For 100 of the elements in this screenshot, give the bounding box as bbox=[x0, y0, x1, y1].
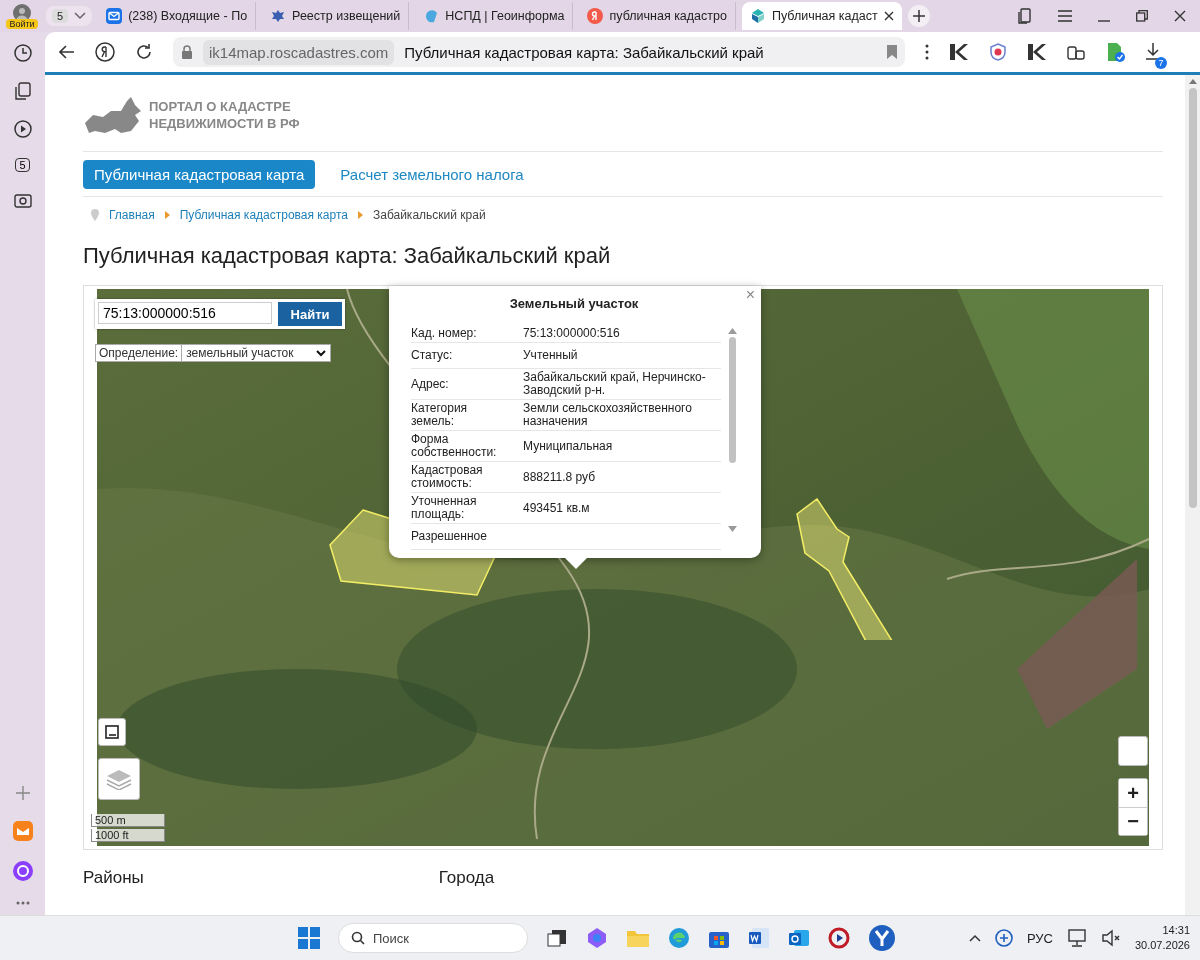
frame-icon bbox=[105, 725, 119, 739]
k-extension-icon[interactable] bbox=[949, 43, 969, 61]
camera-icon[interactable] bbox=[13, 192, 32, 208]
chevron-down-icon bbox=[315, 349, 326, 357]
reload-icon[interactable] bbox=[135, 43, 153, 61]
mail-icon[interactable] bbox=[12, 821, 33, 841]
clock-time[interactable]: 14:31 bbox=[1162, 923, 1190, 938]
field-value: Земли сельскохозяйственного назначения bbox=[523, 402, 693, 428]
taskbar-search[interactable]: Поиск bbox=[338, 923, 528, 953]
scrollbar[interactable] bbox=[1185, 75, 1200, 915]
menu-icon[interactable] bbox=[1058, 10, 1072, 22]
field-value: Муниципальная bbox=[523, 439, 614, 453]
copilot-icon[interactable] bbox=[586, 927, 608, 949]
logo-text: НЕДВИЖИМОСТИ В РФ bbox=[149, 115, 300, 132]
nav-link[interactable]: Публичная кадастровая карта bbox=[83, 159, 316, 189]
bookmark-icon[interactable] bbox=[887, 45, 897, 59]
nav-link[interactable]: Расчет земельного налога bbox=[329, 159, 535, 189]
close-icon[interactable] bbox=[1174, 10, 1186, 22]
section-heading: Города bbox=[438, 868, 495, 888]
field-label: Форма собственности: bbox=[411, 433, 498, 459]
caret-right-icon bbox=[164, 211, 170, 219]
map-tool-button[interactable] bbox=[98, 718, 126, 746]
lock-icon bbox=[181, 45, 193, 59]
field-value: Забайкальский край, Нерчинско-Заводский р-н. bbox=[523, 371, 707, 397]
page-title: Публичная кадастровая карта: Забайкальский край bbox=[404, 43, 764, 61]
field-label: Уточненная площадь: bbox=[411, 495, 478, 521]
speaker-muted-icon[interactable] bbox=[1100, 929, 1121, 947]
logo-text: ПОРТАЛ О КАДАСТРЕ bbox=[149, 98, 292, 115]
section-heading: Районы bbox=[83, 868, 144, 888]
more-vertical-icon[interactable] bbox=[925, 44, 929, 60]
field-value: 75:13:000000:516 bbox=[523, 327, 621, 340]
download-icon[interactable] bbox=[1145, 41, 1161, 60]
vpn-icon[interactable] bbox=[994, 929, 1013, 947]
close-button[interactable]: × bbox=[745, 286, 755, 304]
extensions-icon[interactable] bbox=[1067, 43, 1085, 61]
chevron-down-icon[interactable] bbox=[74, 12, 87, 20]
scroll-up-arrow-icon[interactable] bbox=[1188, 79, 1197, 84]
media-player-icon[interactable] bbox=[828, 927, 850, 949]
copy-icon[interactable] bbox=[14, 82, 31, 100]
field-value: Учтенный bbox=[523, 349, 579, 362]
new-tab-button[interactable] bbox=[907, 5, 930, 27]
search-button[interactable]: Найти bbox=[278, 302, 342, 326]
layers-icon bbox=[106, 768, 132, 790]
zoom-out-button[interactable]: − bbox=[1119, 807, 1147, 835]
more-icon[interactable] bbox=[15, 901, 30, 905]
close-icon[interactable] bbox=[883, 11, 894, 21]
task-view-icon[interactable] bbox=[546, 928, 568, 948]
document-check-icon[interactable] bbox=[1105, 42, 1125, 62]
scroll-down-arrow-icon[interactable] bbox=[727, 526, 737, 532]
yandex-icon bbox=[587, 8, 604, 24]
language-indicator[interactable]: РУС bbox=[1026, 930, 1053, 946]
search-icon bbox=[351, 931, 365, 945]
play-icon[interactable] bbox=[13, 120, 32, 138]
caret-right-icon bbox=[357, 211, 363, 219]
plus-icon bbox=[912, 10, 925, 22]
word-icon[interactable] bbox=[748, 927, 770, 949]
field-value: 493451 кв.м bbox=[523, 501, 591, 515]
globe-icon bbox=[423, 8, 440, 24]
browser-tab[interactable]: (238) Входящие - По bbox=[98, 2, 257, 30]
browser-tab[interactable]: публичная кадастро bbox=[579, 2, 736, 30]
shield-extension-icon[interactable] bbox=[989, 43, 1007, 61]
assistant-icon[interactable] bbox=[12, 861, 33, 881]
tab-count-badge[interactable]: 5 bbox=[15, 158, 30, 172]
russia-map-logo-icon bbox=[83, 95, 143, 135]
yandex-browser-icon[interactable] bbox=[868, 924, 896, 952]
browser-tab[interactable]: НСПД | Геоинформа bbox=[415, 2, 574, 30]
bookmarks-icon[interactable] bbox=[1018, 8, 1032, 24]
yandex-logo-icon[interactable] bbox=[95, 42, 115, 62]
clock-date[interactable]: 30.07.2026 bbox=[1134, 938, 1190, 953]
scrollbar[interactable] bbox=[727, 328, 737, 532]
k-extension-icon[interactable] bbox=[1027, 43, 1047, 61]
breadcrumb-link[interactable]: Главная bbox=[109, 208, 155, 222]
field-label: Кад. номер: bbox=[411, 327, 478, 340]
back-arrow-icon[interactable] bbox=[59, 45, 75, 59]
network-icon[interactable] bbox=[1066, 929, 1087, 947]
field-value: 888211.8 руб bbox=[523, 470, 597, 484]
scale-bar: 500 m bbox=[91, 814, 165, 827]
page-heading: Публичная кадастровая карта: Забайкальский край bbox=[83, 243, 612, 269]
windows-start-icon[interactable] bbox=[298, 927, 320, 949]
clock-icon[interactable] bbox=[13, 44, 32, 62]
search-input[interactable]: 75:13:000000:516 bbox=[98, 302, 272, 324]
eagle-emblem-icon bbox=[270, 8, 287, 24]
browser-tab[interactable]: Реестр извещений bbox=[262, 2, 410, 30]
outlook-icon[interactable] bbox=[788, 927, 810, 949]
field-label: Кадастровая стоимость: bbox=[411, 464, 484, 490]
restore-icon[interactable] bbox=[1136, 10, 1148, 22]
download-count-badge: 7 bbox=[1155, 56, 1167, 69]
field-label: Статус: bbox=[411, 349, 454, 362]
address-bar[interactable]: ik14map.roscadastres.com Публичная кадастровая карта: Забайкальский край bbox=[173, 37, 905, 67]
breadcrumb-current: Забайкальский край bbox=[372, 208, 486, 222]
login-button[interactable]: Войти bbox=[6, 18, 38, 29]
breadcrumb-link[interactable]: Публичная кадастровая карта bbox=[179, 208, 348, 222]
cube-logo-icon bbox=[749, 8, 766, 24]
scroll-up-arrow-icon[interactable] bbox=[727, 328, 737, 334]
browser-tab[interactable]: Публичная кадаст bbox=[741, 2, 902, 30]
location-pin-icon bbox=[91, 209, 99, 221]
tab-count-badge[interactable]: 5 bbox=[52, 9, 69, 23]
mode-dropdown[interactable]: земельный участок bbox=[182, 345, 330, 361]
edge-browser-icon[interactable] bbox=[668, 927, 690, 949]
chevron-up-icon[interactable] bbox=[968, 934, 981, 942]
